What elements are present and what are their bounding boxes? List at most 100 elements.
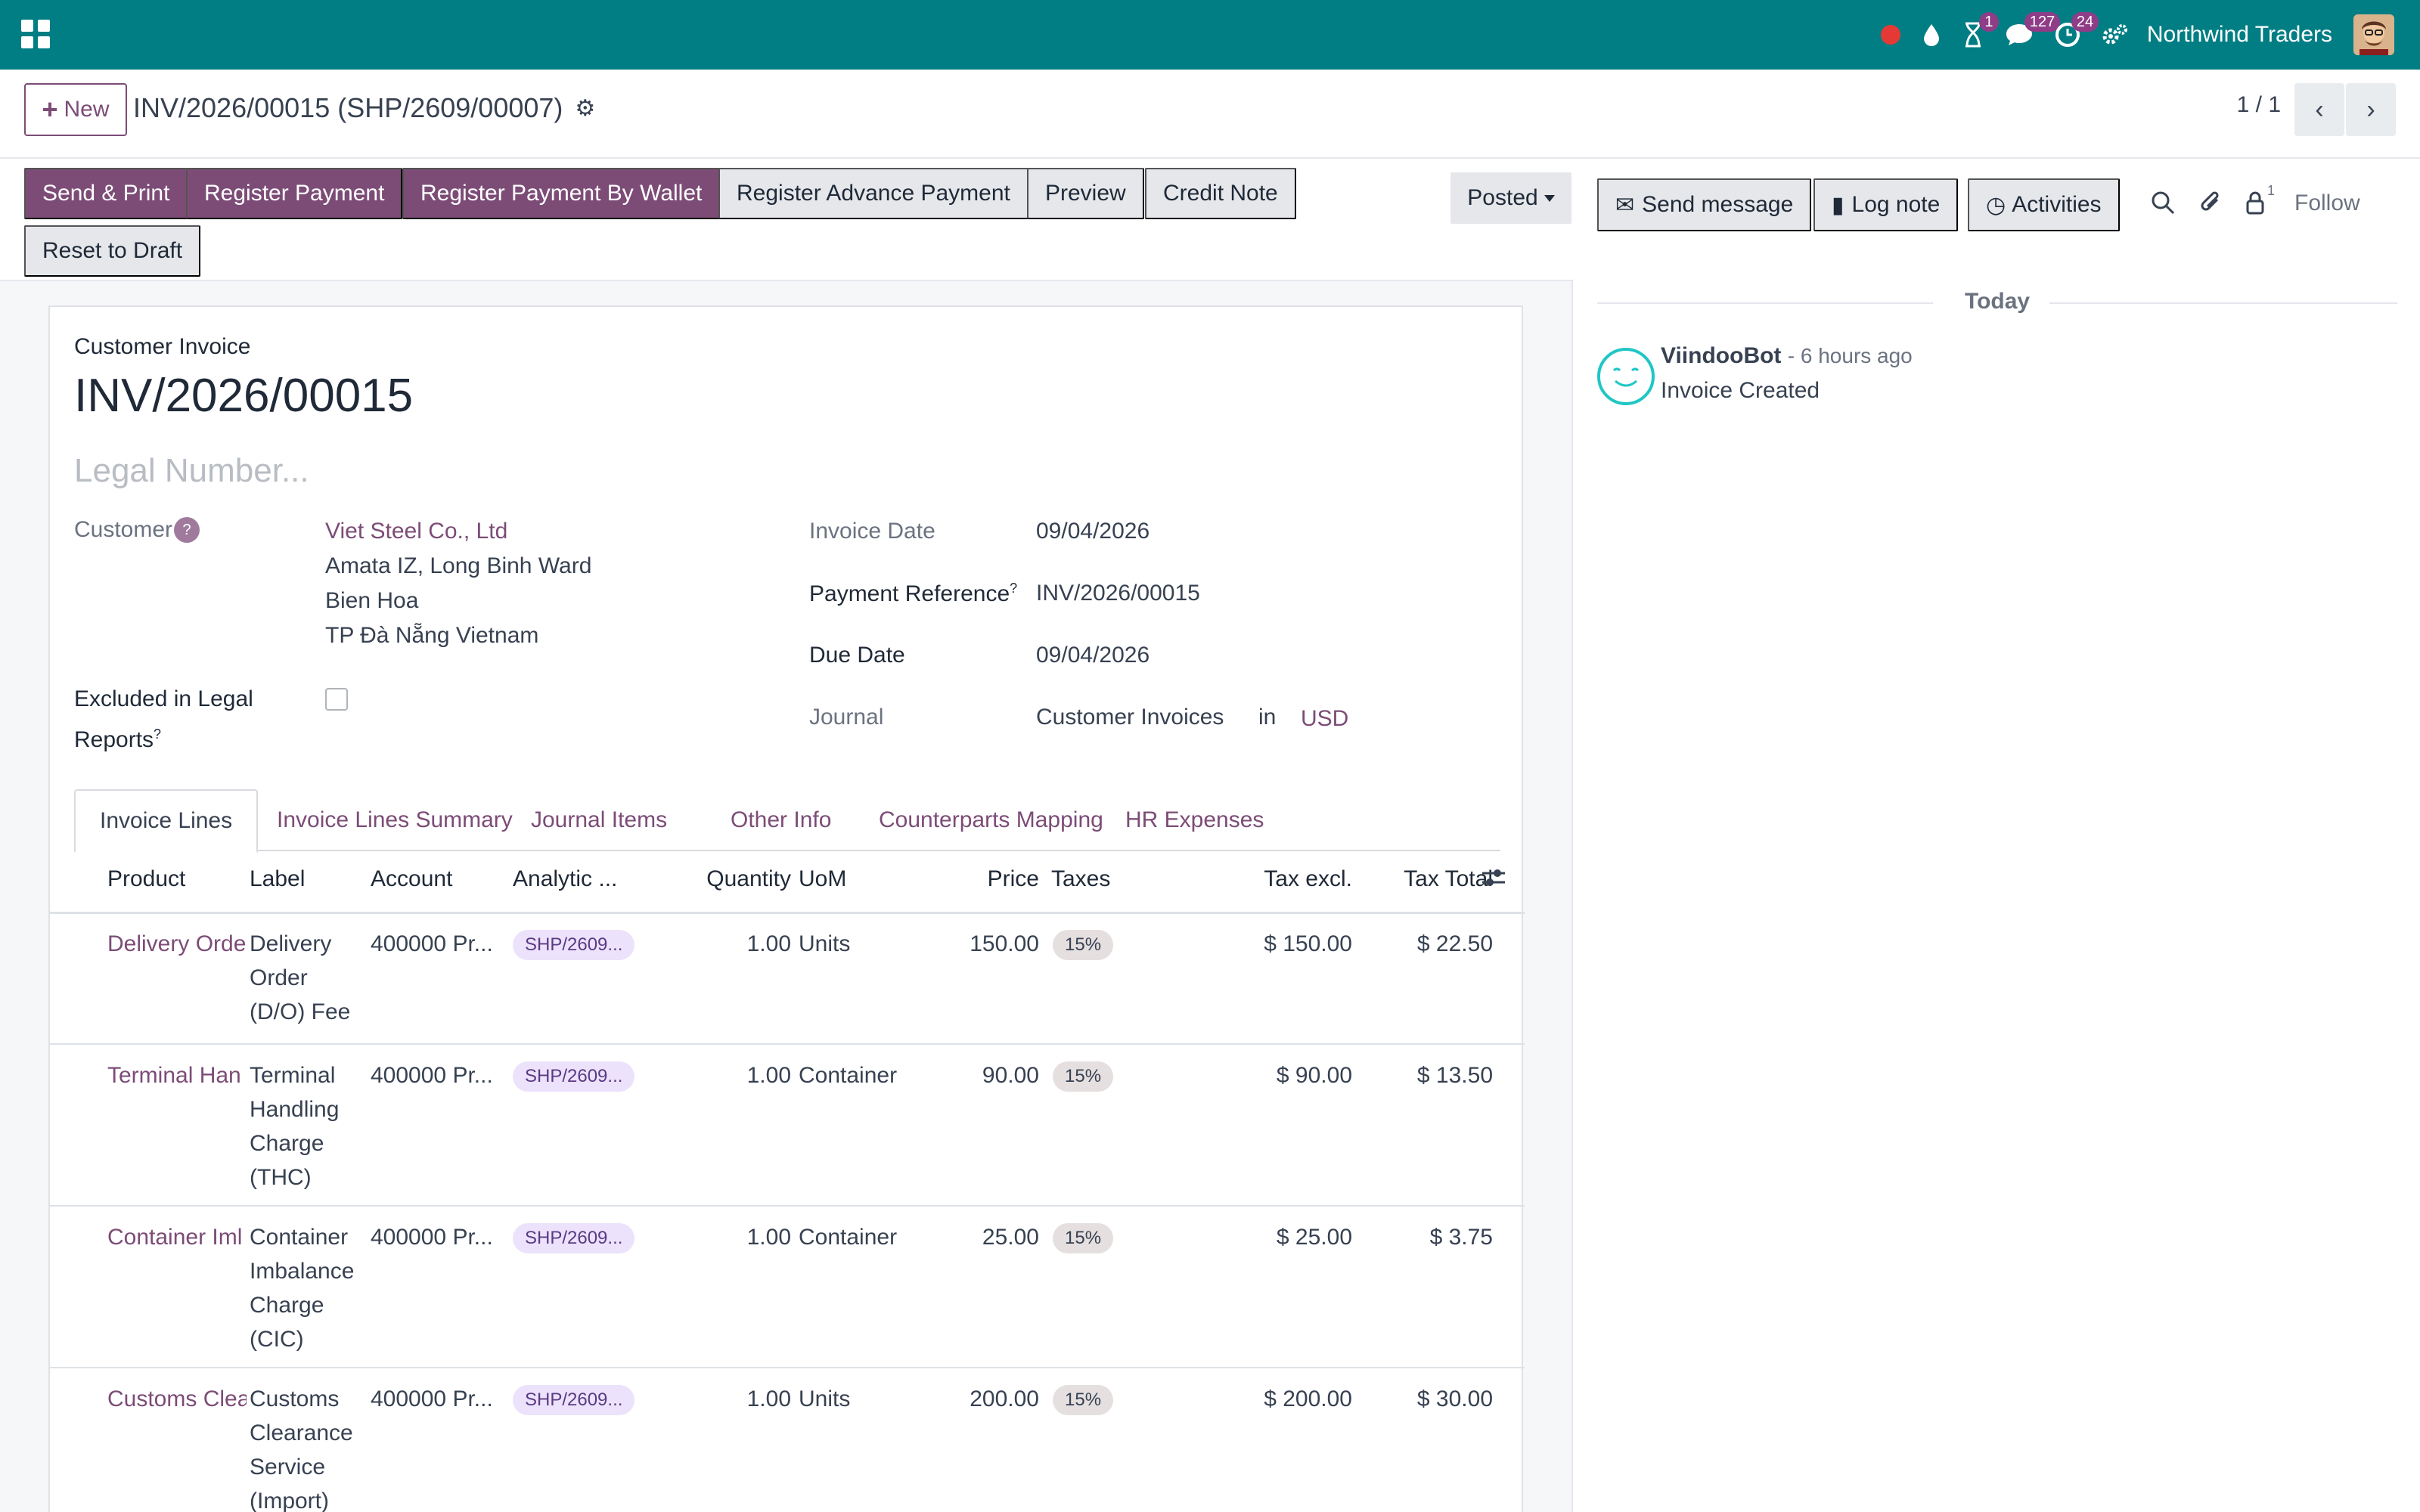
clock-icon[interactable]: 24 bbox=[2055, 0, 2099, 70]
cell-label-line: Clearance bbox=[250, 1421, 353, 1445]
tab-counterparts-mapping[interactable]: Counterparts Mapping bbox=[855, 789, 1128, 851]
cell-product[interactable]: Terminal Han bbox=[107, 1058, 247, 1092]
follow-button[interactable]: Follow bbox=[2294, 191, 2360, 216]
cell-label-line: Handling bbox=[250, 1097, 340, 1122]
tab-invoice-lines-summary[interactable]: Invoice Lines Summary bbox=[253, 789, 537, 851]
tab-other-info[interactable]: Other Info bbox=[706, 789, 855, 851]
cell-tax-total: $ 3.75 bbox=[1429, 1225, 1493, 1250]
preview-button[interactable]: Preview bbox=[1027, 168, 1144, 219]
cell-label: Container Imbalance Charge (CIC) bbox=[250, 1220, 354, 1356]
cell-product[interactable]: Delivery Orde bbox=[107, 927, 247, 961]
analytic-tag: SHP/2609... bbox=[513, 1061, 635, 1092]
cell-account: 400000 Pr... bbox=[371, 1063, 493, 1088]
date-divider-right bbox=[2049, 302, 2397, 304]
currency-link[interactable]: USD bbox=[1301, 706, 1348, 732]
column-header-analytic[interactable]: Analytic ... bbox=[513, 866, 617, 892]
search-icon[interactable] bbox=[2151, 191, 2175, 221]
cell-label-line: (THC) bbox=[250, 1165, 312, 1190]
due-date-value[interactable]: 09/04/2026 bbox=[1036, 643, 1150, 668]
tab-journal-items[interactable]: Journal Items bbox=[507, 789, 691, 851]
cell-label-line: Delivery bbox=[250, 931, 332, 956]
send-message-button[interactable]: ✉ Send message bbox=[1597, 178, 1812, 231]
analytic-tag: SHP/2609... bbox=[513, 1223, 635, 1253]
table-row[interactable]: Customs Clea 400000 Pr... 1.00 Units 200.00 $… bbox=[50, 1371, 1525, 1512]
invoice-number: INV/2026/00015 bbox=[74, 370, 414, 422]
column-header-product[interactable]: Product bbox=[107, 866, 185, 892]
register-payment-button[interactable]: Register Payment bbox=[186, 168, 403, 219]
user-avatar[interactable] bbox=[2353, 14, 2394, 55]
cell-tax-excl: $ 150.00 bbox=[1264, 931, 1352, 956]
optional-columns-icon[interactable] bbox=[1481, 866, 1506, 895]
help-icon[interactable]: ? bbox=[174, 517, 200, 543]
excluded-legal-checkbox[interactable] bbox=[325, 688, 348, 711]
analytic-tag: SHP/2609... bbox=[513, 930, 635, 960]
column-header-quantity[interactable]: Quantity bbox=[693, 866, 791, 892]
tab-invoice-lines[interactable]: Invoice Lines bbox=[74, 789, 259, 853]
column-header-tax-total[interactable]: Tax Total bbox=[1366, 866, 1493, 892]
column-header-label[interactable]: Label bbox=[250, 866, 305, 892]
paperclip-icon[interactable] bbox=[2199, 191, 2223, 222]
cell-label: Customs Clearance Service (Import) bbox=[250, 1382, 353, 1512]
gear-icon[interactable]: ⚙ bbox=[575, 95, 595, 122]
journal-value[interactable]: Customer Invoices bbox=[1036, 705, 1224, 730]
cell-quantity: 1.00 bbox=[746, 1225, 791, 1250]
cell-label-line: (D/O) Fee bbox=[250, 999, 351, 1024]
date-separator: Today bbox=[1965, 289, 2031, 314]
register-advance-payment-button[interactable]: Register Advance Payment bbox=[718, 168, 1028, 219]
register-payment-wallet-button[interactable]: Register Payment By Wallet bbox=[402, 168, 721, 219]
due-date-label: Due Date bbox=[809, 643, 905, 668]
hourglass-icon[interactable]: 1 bbox=[1962, 0, 1999, 70]
column-header-taxes[interactable]: Taxes bbox=[1051, 866, 1110, 892]
settings-icon[interactable] bbox=[2102, 0, 2129, 70]
cell-product[interactable]: Container Iml bbox=[107, 1220, 247, 1254]
invoice-date-value[interactable]: 09/04/2026 bbox=[1036, 519, 1150, 544]
new-button[interactable]: + New bbox=[24, 83, 127, 136]
clock-icon: ◷ bbox=[1986, 192, 2006, 218]
column-header-account[interactable]: Account bbox=[371, 866, 452, 892]
cell-uom: Units bbox=[799, 931, 851, 956]
form-sheet: Customer Invoice INV/2026/00015 Legal Nu… bbox=[48, 305, 1525, 1512]
record-icon[interactable] bbox=[1880, 0, 1900, 70]
customer-link[interactable]: Viet Steel Co., Ltd bbox=[325, 519, 507, 544]
payment-reference-label: Payment Reference? bbox=[809, 581, 1018, 606]
message-body: Invoice Created bbox=[1661, 378, 1820, 403]
pager-value[interactable]: 1 / 1 bbox=[2237, 92, 2281, 118]
cell-label-line: Imbalance bbox=[250, 1259, 355, 1284]
bot-avatar[interactable] bbox=[1597, 348, 1655, 405]
tax-tag: 15% bbox=[1053, 1061, 1114, 1092]
form-area: Customer Invoice INV/2026/00015 Legal Nu… bbox=[0, 281, 1573, 1512]
reset-to-draft-button[interactable]: Reset to Draft bbox=[24, 225, 201, 277]
followers-icon[interactable]: 1 bbox=[2245, 183, 2275, 221]
legal-number-input[interactable]: Legal Number... bbox=[74, 452, 309, 490]
state-dropdown[interactable]: Posted bbox=[1450, 172, 1571, 224]
log-note-button[interactable]: ▮ Log note bbox=[1813, 178, 1959, 231]
cell-tax-total: $ 30.00 bbox=[1416, 1387, 1493, 1411]
activity-badge: 1 bbox=[1978, 12, 1999, 32]
next-record-button[interactable]: › bbox=[2346, 83, 2396, 136]
cell-label-line: Charge bbox=[250, 1293, 324, 1318]
column-header-price[interactable]: Price bbox=[957, 866, 1039, 892]
apps-icon[interactable] bbox=[21, 20, 50, 48]
table-row[interactable]: Container Iml 400000 Pr... 1.00 Container 25… bbox=[50, 1210, 1525, 1368]
control-panel: + New INV/2026/00015 (SHP/2609/00007) ⚙ 1… bbox=[0, 70, 2420, 159]
column-header-tax-excl[interactable]: Tax excl. bbox=[1215, 866, 1352, 892]
cell-product[interactable]: Customs Clea bbox=[107, 1382, 247, 1416]
tab-hr-expenses[interactable]: HR Expenses bbox=[1101, 789, 1288, 851]
chat-icon[interactable]: 127 bbox=[2005, 0, 2061, 70]
cell-label-line: Charge bbox=[250, 1131, 324, 1156]
cell-label-line: Service bbox=[250, 1455, 326, 1479]
table-row[interactable]: Delivery Orde 400000 Pr... 1.00 Units 150.00… bbox=[50, 916, 1525, 1045]
analytic-tag: SHP/2609... bbox=[513, 1385, 635, 1415]
previous-record-button[interactable]: ‹ bbox=[2294, 83, 2344, 136]
cell-tax-total: $ 13.50 bbox=[1416, 1063, 1493, 1088]
payment-reference-value[interactable]: INV/2026/00015 bbox=[1036, 581, 1200, 606]
customer-address-line2: Bien Hoa bbox=[325, 588, 419, 613]
send-print-button[interactable]: Send & Print bbox=[24, 168, 188, 219]
table-row[interactable]: Terminal Han 400000 Pr... 1.00 Container 90.… bbox=[50, 1048, 1525, 1207]
activities-button[interactable]: ◷ Activities bbox=[1968, 178, 2120, 231]
credit-note-button[interactable]: Credit Note bbox=[1145, 168, 1296, 219]
table-header-divider bbox=[50, 912, 1525, 914]
drop-icon[interactable] bbox=[1922, 0, 1941, 70]
column-header-uom[interactable]: UoM bbox=[799, 866, 846, 892]
company-name[interactable]: Northwind Traders bbox=[2147, 22, 2332, 48]
